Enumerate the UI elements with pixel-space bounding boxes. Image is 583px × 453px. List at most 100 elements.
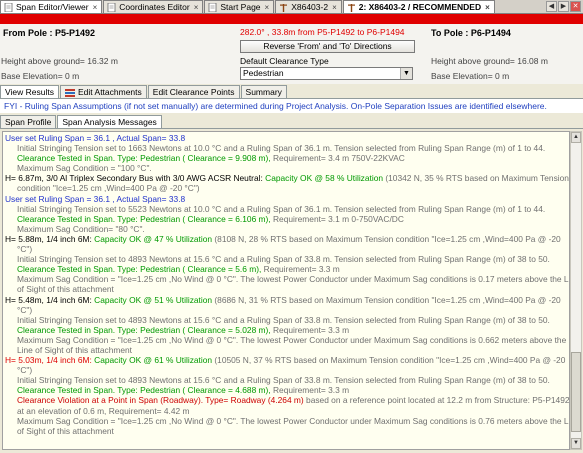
document-tab-bar: Span Editor/Viewer × Coordinates Editor × St… — [0, 0, 583, 14]
message-segment: (10505 N, 37 % RTS based on Maximum Tens… — [212, 355, 566, 366]
from-base-elevation: Base Elevation= 0 m — [1, 71, 80, 81]
close-tab-icon[interactable]: × — [332, 3, 337, 12]
message-segment: Requirement= 3.3 m — [270, 385, 350, 396]
message-line: Clearance Tested in Span. Type: Pedestri… — [5, 264, 567, 274]
pole-icon — [347, 3, 356, 12]
document-icon — [107, 2, 116, 12]
fyi-notice: FYI - Ruling Span Assumptions (if not se… — [0, 99, 583, 113]
tab-edit-clearance-points-label: Edit Clearance Points — [152, 87, 235, 97]
chevron-down-icon[interactable]: ▼ — [400, 68, 412, 79]
message-line: Maximum Sag Condition = "Ice=1.25 cm ,No… — [5, 335, 567, 345]
message-line: condition "Ice=1.25 cm ,Wind=400 Pa @ -2… — [5, 183, 567, 193]
view-tab-bar: View Results Edit Attachments Edit Clear… — [0, 85, 583, 99]
message-line: User set Ruling Span = 36.1 , Actual Spa… — [5, 194, 567, 204]
message-segment: at an elevation of 0.6 m, Requirement= 4… — [17, 405, 190, 416]
clearance-type-value: Pedestrian — [243, 68, 284, 78]
message-line: Initial Stringing Tension set to 4893 Ne… — [5, 315, 567, 325]
close-tab-icon[interactable]: × — [93, 3, 98, 12]
message-segment: Initial Stringing Tension set to 4893 Ne… — [17, 254, 550, 265]
tab-summary[interactable]: Summary — [240, 85, 287, 98]
message-line: Clearance Tested in Span. Type: Pedestri… — [5, 385, 567, 395]
message-line: °C") — [5, 244, 567, 254]
document-tab-label: Start Page — [220, 2, 261, 12]
scroll-left-icon[interactable]: ◀ — [546, 1, 557, 12]
message-line: Clearance Tested in Span. Type: Pedestri… — [5, 153, 567, 163]
message-segment: Maximum Sag Condition = "Ice=1.25 cm ,No… — [17, 334, 567, 345]
message-line: H= 5.88m, 1/4 inch 6M: Capacity OK @ 47 … — [5, 234, 567, 244]
message-line: Clearance Violation at a Point in Span (… — [5, 395, 570, 406]
message-segment: H= 5.88m, 1/4 inch 6M: — [5, 233, 92, 244]
tab-edit-attachments-label: Edit Attachments — [77, 87, 142, 97]
message-segment: Maximum Sag Condition = "100 °C". — [17, 163, 152, 174]
messages-scrollbar[interactable]: ▲ ▼ — [570, 131, 582, 450]
message-line: H= 5.48m, 1/4 inch 6M: Capacity OK @ 51 … — [5, 295, 567, 305]
document-tab[interactable]: 2: X86403-2 / RECOMMENDED × — [342, 0, 495, 13]
close-tab-icon[interactable]: × — [194, 3, 199, 12]
message-segment: Clearance Tested in Span. Type: Pedestri… — [17, 385, 271, 396]
tab-edit-attachments[interactable]: Edit Attachments — [59, 85, 147, 98]
tab-edit-clearance-points[interactable]: Edit Clearance Points — [147, 85, 240, 98]
from-height-above-ground: Height above ground= 16.32 m — [1, 56, 118, 66]
message-segment: Capacity OK @ 47 % Utilization — [91, 233, 213, 244]
message-line: H= 6.87m, 3/0 Al Triplex Secondary Bus w… — [5, 173, 569, 184]
clearance-type-label: Default Clearance Type — [240, 56, 329, 66]
close-icon[interactable]: ✕ — [570, 1, 581, 12]
document-icon — [4, 2, 13, 12]
tab-span-analysis-messages[interactable]: Span Analysis Messages — [57, 115, 162, 128]
document-tab[interactable]: X86403-2 × — [275, 0, 342, 13]
attachments-icon — [64, 88, 75, 97]
message-segment: Line of Sight of this attachment — [17, 344, 132, 355]
message-segment: Initial Stringing Tension set to 5523 Ne… — [17, 203, 546, 214]
message-line: at an elevation of 0.6 m, Requirement= 4… — [5, 406, 567, 416]
message-line: of Sight of this attachment — [5, 284, 567, 294]
to-height-above-ground: Height above ground= 16.08 m — [431, 56, 548, 66]
status-accent-bar — [0, 14, 583, 24]
document-tab-label: Span Editor/Viewer — [16, 2, 89, 12]
reverse-direction-button[interactable]: Reverse 'From' and 'To' Directions — [240, 40, 415, 53]
to-pole-label: To Pole : P6-P1494 — [431, 28, 511, 38]
message-segment: of Sight of this attachment — [17, 425, 114, 436]
message-segment: Maximum Sag Condition = "Ice=1.25 cm ,No… — [17, 274, 570, 285]
tab-span-profile[interactable]: Span Profile — [0, 115, 57, 128]
document-tab-label: X86403-2 — [291, 2, 329, 12]
analysis-messages-panel[interactable]: User set Ruling Span = 36.1 , Actual Spa… — [2, 131, 570, 450]
clearance-type-select[interactable]: Pedestrian ▼ — [240, 67, 413, 80]
message-line: Initial Stringing Tension set to 5523 Ne… — [5, 204, 567, 214]
message-segment: Maximum Sag Condition = "Ice=1.25 cm ,No… — [17, 415, 570, 426]
message-segment: Capacity OK @ 58 % Utilization — [262, 173, 384, 184]
message-line: °C") — [5, 305, 567, 315]
message-segment: based on a reference point located at 12… — [303, 395, 570, 406]
message-segment: User set Ruling Span = 36.1 , Actual Spa… — [5, 133, 186, 143]
document-icon — [208, 2, 217, 12]
message-segment: Clearance Tested in Span. Type: Pedestri… — [17, 264, 262, 275]
message-line: Maximum Sag Condition = "Ice=1.25 cm ,No… — [5, 415, 570, 426]
document-tab[interactable]: Coordinates Editor × — [103, 0, 204, 13]
scroll-up-icon[interactable]: ▲ — [571, 132, 581, 143]
message-segment: °C") — [17, 304, 33, 315]
message-line: of Sight of this attachment — [5, 426, 567, 436]
scrollbar-thumb[interactable] — [571, 352, 581, 432]
tab-nav-buttons: ◀ ▶ ✕ — [546, 1, 581, 12]
document-tab[interactable]: Span Editor/Viewer × — [0, 0, 103, 13]
tab-view-results-label: View Results — [5, 87, 54, 97]
message-segment: Capacity OK @ 51 % Utilization — [91, 294, 213, 305]
message-line: Maximum Sag Condition = "100 °C". — [5, 163, 567, 173]
message-segment: Requirement= 3.3 m — [270, 324, 350, 335]
message-segment: Initial Stringing Tension set to 1663 Ne… — [17, 143, 546, 154]
message-segment: H= 5.03m, 1/4 inch 6M: — [5, 355, 92, 366]
close-tab-icon[interactable]: × — [485, 3, 490, 12]
message-segment: °C") — [17, 365, 33, 376]
tab-view-results[interactable]: View Results — [0, 85, 59, 98]
message-segment: (8108 N, 28 % RTS based on Maximum Tensi… — [212, 233, 561, 244]
message-line: Clearance Tested in Span. Type: Pedestri… — [5, 325, 567, 335]
tab-summary-label: Summary — [245, 87, 282, 97]
close-tab-icon[interactable]: × — [265, 3, 270, 12]
message-segment: Initial Stringing Tension set to 4893 Ne… — [17, 314, 550, 325]
document-tab[interactable]: Start Page × — [204, 0, 275, 13]
message-line: Line of Sight of this attachment — [5, 345, 567, 355]
span-header: From Pole : P5-P1492 282.0° , 33.8m from… — [0, 24, 583, 84]
scroll-down-icon[interactable]: ▼ — [571, 438, 581, 449]
message-line: Clearance Tested in Span. Type: Pedestri… — [5, 214, 567, 224]
pole-icon — [279, 3, 288, 12]
scroll-right-icon[interactable]: ▶ — [558, 1, 569, 12]
